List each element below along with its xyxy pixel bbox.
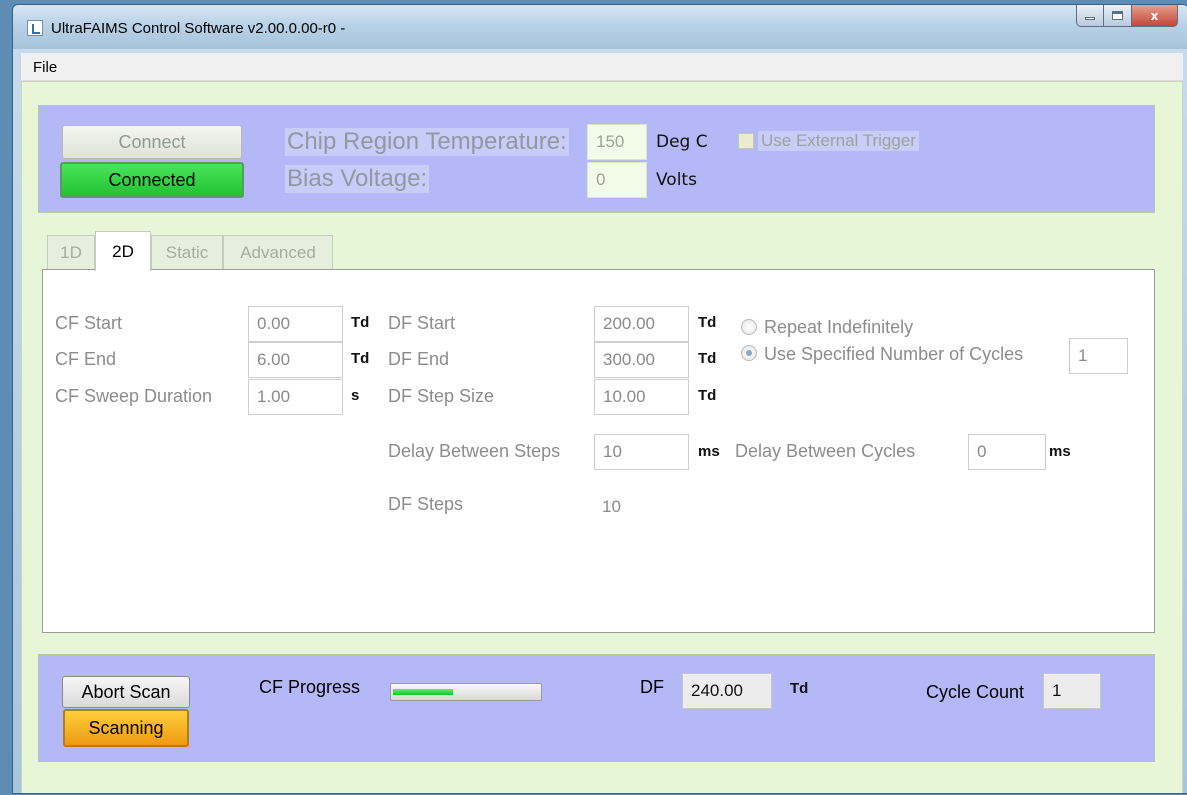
df-steps-label: DF Steps <box>388 494 464 514</box>
minimize-button[interactable] <box>1076 5 1104 27</box>
df-current-value: 240.00 <box>682 673 772 709</box>
scanning-status-indicator: Scanning <box>63 709 189 747</box>
df-steps-value: 10 <box>602 497 621 516</box>
cycles-count-field[interactable]: 1 <box>1069 338 1128 374</box>
df-end-unit: Td <box>698 350 717 367</box>
delay-between-cycles-unit: ms <box>1049 443 1071 460</box>
df-step-size-unit: Td <box>698 387 717 404</box>
cf-end-unit: Td <box>351 350 370 367</box>
cycle-count-label: Cycle Count <box>926 682 1025 702</box>
specified-cycles-radio[interactable] <box>741 345 757 361</box>
df-label: DF <box>640 677 664 697</box>
bias-voltage-field[interactable]: 0 <box>587 162 647 198</box>
delay-between-cycles-label: Delay Between Cycles <box>735 441 916 461</box>
tab-2d[interactable]: 2D <box>95 231 151 271</box>
close-button[interactable]: x <box>1132 5 1178 27</box>
cf-progress-fill <box>393 689 453 695</box>
df-end-field[interactable]: 300.00 <box>594 342 689 378</box>
delay-between-steps-field[interactable]: 10 <box>594 434 689 470</box>
cf-start-field[interactable]: 0.00 <box>248 306 343 342</box>
tab-advanced[interactable]: Advanced <box>223 235 333 269</box>
external-trigger-label: Use External Trigger <box>758 131 919 151</box>
close-icon: x <box>1150 8 1159 23</box>
df-step-size-field[interactable]: 10.00 <box>594 379 689 415</box>
minimize-icon <box>1085 17 1095 20</box>
title-bar[interactable]: UltraFAIMS Control Software v2.00.0.00-r… <box>13 5 1187 49</box>
menu-file[interactable]: File <box>33 59 57 76</box>
maximize-button[interactable] <box>1104 5 1132 27</box>
external-trigger-checkbox[interactable] <box>738 133 754 149</box>
df-start-unit: Td <box>698 314 717 331</box>
tab-1d[interactable]: 1D <box>47 235 95 269</box>
cf-end-field[interactable]: 6.00 <box>248 342 343 378</box>
chip-temperature-field[interactable]: 150 <box>587 124 647 160</box>
window-controls: x <box>1076 5 1178 27</box>
cycle-count-value: 1 <box>1043 673 1101 709</box>
app-icon <box>27 20 43 36</box>
repeat-indefinitely-radio[interactable] <box>741 319 757 335</box>
cf-sweep-duration-field[interactable]: 1.00 <box>248 379 343 415</box>
cf-end-label: CF End <box>55 349 117 369</box>
cf-sweep-duration-unit: s <box>351 387 360 404</box>
menu-bar: File <box>21 53 1183 81</box>
chip-temperature-unit: Deg C <box>656 132 708 152</box>
delay-between-steps-label: Delay Between Steps <box>388 441 561 461</box>
connect-button[interactable]: Connect <box>62 125 242 159</box>
df-end-label: DF End <box>388 349 450 369</box>
cf-progress-bar <box>390 683 542 701</box>
specified-cycles-label: Use Specified Number of Cycles <box>764 344 1024 364</box>
df-start-label: DF Start <box>388 313 456 333</box>
df-step-size-label: DF Step Size <box>388 386 495 406</box>
tab-static[interactable]: Static <box>151 235 223 269</box>
df-start-field[interactable]: 200.00 <box>594 306 689 342</box>
window-title: UltraFAIMS Control Software v2.00.0.00-r… <box>51 20 346 37</box>
abort-scan-button[interactable]: Abort Scan <box>62 676 190 708</box>
cf-start-label: CF Start <box>55 313 123 333</box>
cf-sweep-duration-label: CF Sweep Duration <box>55 386 213 406</box>
cf-progress-label: CF Progress <box>259 677 361 697</box>
maximize-icon <box>1112 11 1123 20</box>
bias-voltage-label: Bias Voltage: <box>285 165 430 193</box>
df-current-unit: Td <box>790 680 809 697</box>
scan-status-panel <box>38 654 1155 762</box>
bias-voltage-unit: Volts <box>656 170 697 190</box>
delay-between-steps-unit: ms <box>698 443 720 460</box>
delay-between-cycles-field[interactable]: 0 <box>968 434 1046 470</box>
repeat-indefinitely-label: Repeat Indefinitely <box>764 317 914 337</box>
cf-start-unit: Td <box>351 314 370 331</box>
chip-temperature-label: Chip Region Temperature: <box>285 128 569 156</box>
connection-status-indicator: Connected <box>60 162 244 198</box>
